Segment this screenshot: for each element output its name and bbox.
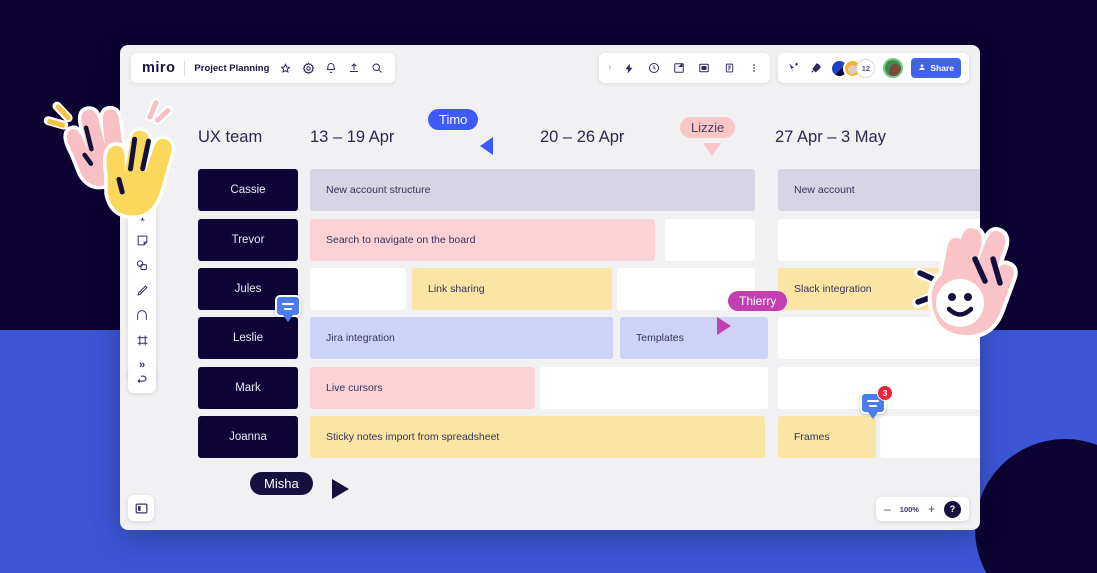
ok-hand-illustration xyxy=(912,224,1018,339)
task-card[interactable]: Templates xyxy=(620,317,768,359)
comment-bubble[interactable] xyxy=(275,295,301,322)
task-card[interactable] xyxy=(665,219,755,261)
comment-line xyxy=(284,307,292,310)
row-label-cassie[interactable]: Cassie xyxy=(198,169,298,211)
waving-hands-illustration xyxy=(43,97,176,220)
column-header-week1: 13 – 19 Apr xyxy=(310,128,395,146)
cursor-label-misha: Misha xyxy=(250,472,313,495)
task-card[interactable]: Link sharing xyxy=(412,268,612,310)
cursor-label-lizzie: Lizzie xyxy=(680,117,736,138)
cursor-pointer-thierry xyxy=(717,317,731,335)
row-label-joanna[interactable]: Joanna xyxy=(198,416,298,458)
miro-app-window: miro Project Planning › 12 Share » – 100… xyxy=(120,45,980,530)
task-card[interactable]: New account xyxy=(778,169,980,211)
comment-line xyxy=(869,404,877,407)
row-label-mark[interactable]: Mark xyxy=(198,367,298,409)
cursor-label-thierry: Thierry xyxy=(728,291,788,311)
task-card[interactable]: Live cursors xyxy=(310,367,535,409)
task-card[interactable]: Search to navigate on the board xyxy=(310,219,655,261)
cursor-label-timo: Timo xyxy=(428,109,479,130)
comment-line xyxy=(282,302,294,305)
task-card[interactable]: Frames xyxy=(778,416,876,458)
task-card[interactable]: Jira integration xyxy=(310,317,613,359)
task-card[interactable] xyxy=(880,416,980,458)
cursor-pointer-timo xyxy=(480,137,493,155)
comment-bubble-with-badge[interactable]: 3 xyxy=(860,385,893,419)
column-header-week3: 27 Apr – 3 May xyxy=(775,128,886,146)
task-card[interactable]: Sticky notes import from spreadsheet xyxy=(310,416,765,458)
row-label-leslie[interactable]: Leslie xyxy=(198,317,298,359)
task-card[interactable] xyxy=(310,268,406,310)
task-card[interactable]: New account structure xyxy=(310,169,755,211)
cursor-pointer-misha xyxy=(332,479,349,499)
comment-count-badge: 3 xyxy=(877,385,893,401)
cursor-pointer-lizzie xyxy=(703,143,721,156)
comment-line xyxy=(867,399,879,402)
row-label-trevor[interactable]: Trevor xyxy=(198,219,298,261)
screenshot-root: miro Project Planning › 12 Share » – 100… xyxy=(0,0,1097,573)
task-card[interactable] xyxy=(540,367,768,409)
column-header-team: UX team xyxy=(198,128,263,146)
board-canvas: UX team 13 – 19 Apr 20 – 26 Apr 27 Apr –… xyxy=(120,45,980,530)
column-header-week2: 20 – 26 Apr xyxy=(540,128,625,146)
